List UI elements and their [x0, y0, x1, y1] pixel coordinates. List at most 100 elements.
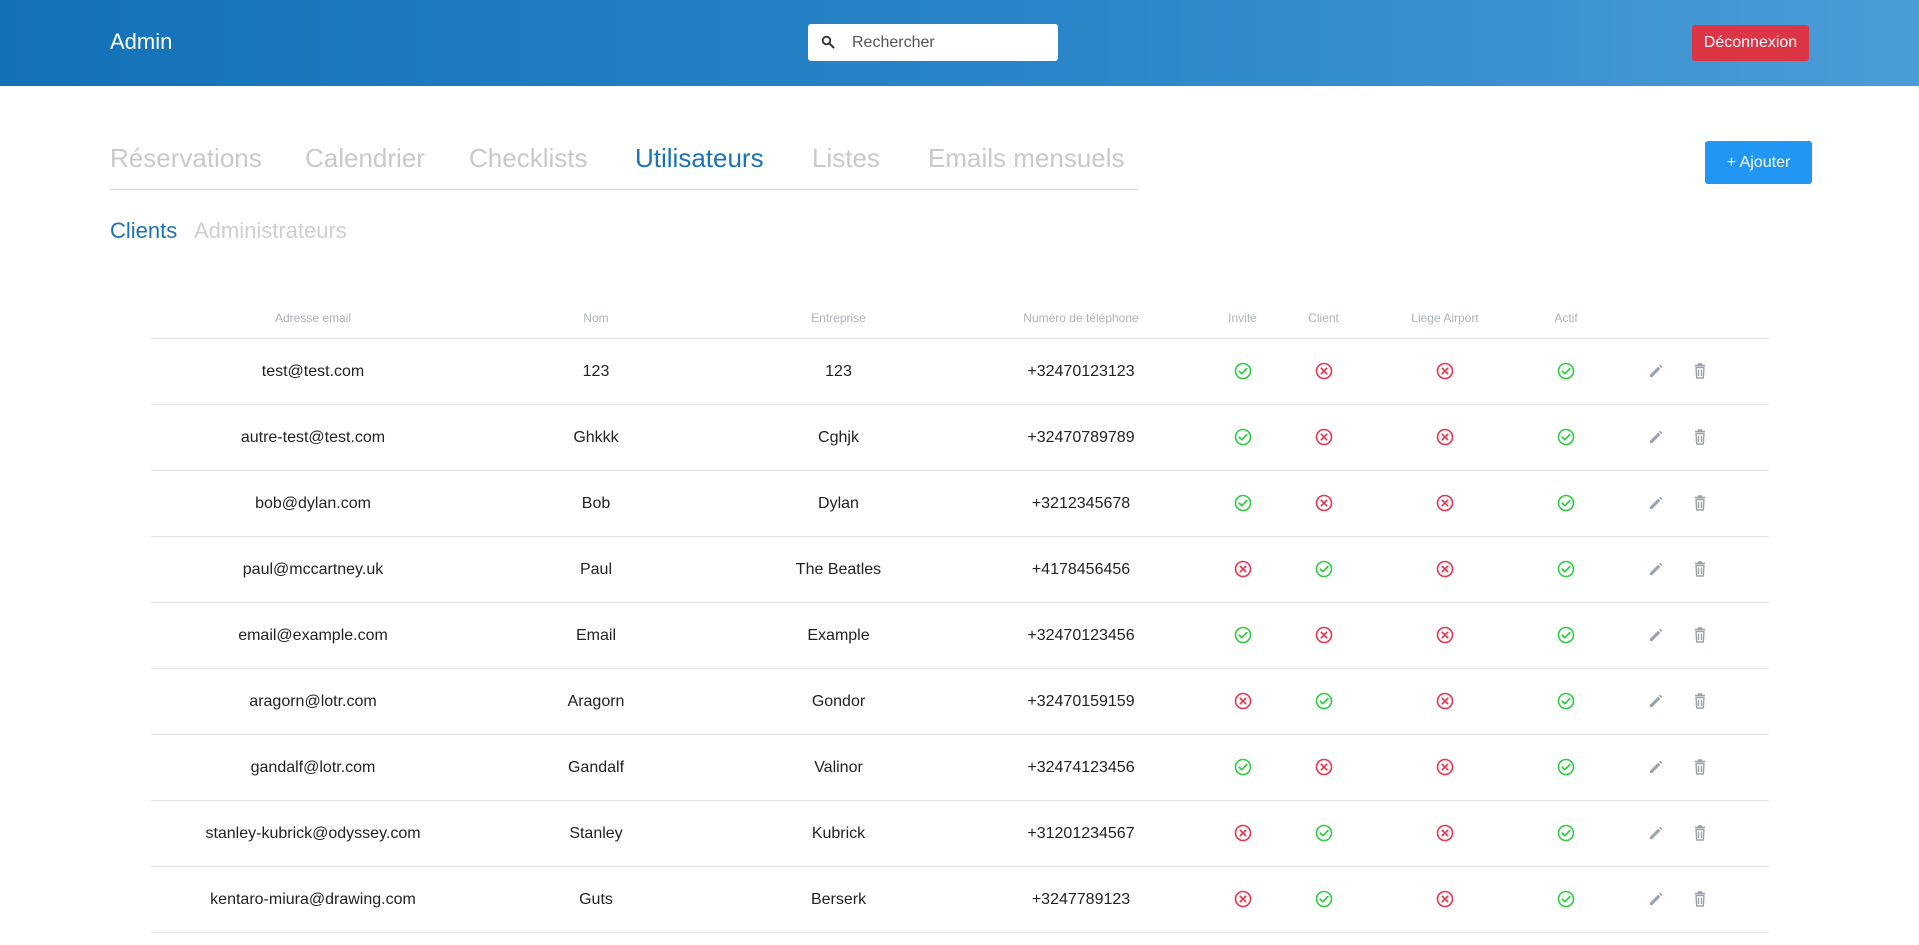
cell-actions — [1606, 536, 1769, 603]
x-circle-icon — [1436, 891, 1454, 908]
cell-entreprise: Kubrick — [717, 800, 960, 867]
x-circle-icon — [1436, 825, 1454, 842]
cell-nom: Stanley — [475, 800, 717, 867]
cell-client — [1283, 470, 1364, 537]
cell-entreprise: Cghjk — [717, 404, 960, 471]
pencil-icon[interactable] — [1647, 758, 1665, 776]
check-circle-icon — [1234, 627, 1251, 644]
x-circle-icon — [1315, 429, 1332, 446]
cell-entreprise: 123 — [717, 338, 960, 405]
pencil-icon[interactable] — [1647, 890, 1665, 908]
cell-telephone: +3212345678 — [960, 470, 1202, 537]
trash-icon[interactable] — [1691, 824, 1709, 842]
cell-client — [1283, 404, 1364, 471]
tab-checklists[interactable]: Checklists — [469, 143, 587, 174]
x-circle-icon — [1315, 627, 1332, 644]
check-circle-icon — [1234, 363, 1251, 380]
subtab-administrateurs[interactable]: Administrateurs — [194, 218, 347, 244]
cell-invite — [1202, 470, 1283, 537]
tab-calendrier[interactable]: Calendrier — [305, 143, 425, 174]
cell-client — [1283, 536, 1364, 603]
check-circle-icon — [1234, 429, 1251, 446]
add-button[interactable]: + Ajouter — [1705, 141, 1812, 184]
x-circle-icon — [1315, 495, 1332, 512]
pencil-icon[interactable] — [1647, 824, 1665, 842]
pencil-icon[interactable] — [1647, 494, 1665, 512]
x-circle-icon — [1436, 495, 1454, 512]
column-header-client[interactable]: Client — [1283, 298, 1364, 339]
cell-telephone: +32474123456 — [960, 734, 1202, 801]
cell-actions — [1606, 404, 1769, 471]
table-row: aragorn@lotr.com Aragorn Gondor +3247015915… — [151, 668, 1769, 735]
x-circle-icon — [1436, 429, 1454, 446]
column-header-invite[interactable]: Invité — [1202, 298, 1283, 339]
pencil-icon[interactable] — [1647, 428, 1665, 446]
column-header-actif[interactable]: Actif — [1526, 298, 1606, 339]
cell-actif — [1526, 734, 1606, 801]
column-header-liege-airport[interactable]: Liege Airport — [1364, 298, 1526, 339]
cell-telephone: +32470123456 — [960, 602, 1202, 669]
search-box[interactable] — [808, 24, 1058, 61]
trash-icon[interactable] — [1691, 494, 1709, 512]
tab-reservations[interactable]: Réservations — [110, 143, 262, 174]
x-circle-icon — [1234, 825, 1251, 842]
pencil-icon[interactable] — [1647, 626, 1665, 644]
cell-telephone: +32470159159 — [960, 668, 1202, 735]
trash-icon[interactable] — [1691, 362, 1709, 380]
logout-button[interactable]: Déconnexion — [1692, 25, 1809, 61]
check-circle-icon — [1557, 627, 1575, 644]
cell-email: email@example.com — [151, 602, 475, 669]
trash-icon[interactable] — [1691, 560, 1709, 578]
cell-invite — [1202, 404, 1283, 471]
trash-icon[interactable] — [1691, 758, 1709, 776]
table-row: stanley-kubrick@odyssey.com Stanley Kubric… — [151, 800, 1769, 867]
check-circle-icon — [1234, 759, 1251, 776]
check-circle-icon — [1557, 561, 1575, 578]
tab-emails-mensuels[interactable]: Emails mensuels — [928, 143, 1125, 174]
subtab-clients[interactable]: Clients — [110, 218, 177, 244]
cell-actions — [1606, 668, 1769, 735]
column-header-email[interactable]: Adresse email — [151, 298, 475, 339]
cell-entreprise: Berserk — [717, 866, 960, 933]
tab-listes[interactable]: Listes — [812, 143, 880, 174]
users-table-body: test@test.com 123 123 +32470123123 autre-tes… — [151, 338, 1769, 933]
cell-email: test@test.com — [151, 338, 475, 405]
pencil-icon[interactable] — [1647, 692, 1665, 710]
app-title: Admin — [110, 29, 173, 54]
trash-icon[interactable] — [1691, 626, 1709, 644]
pencil-icon[interactable] — [1647, 362, 1665, 380]
cell-email: paul@mccartney.uk — [151, 536, 475, 603]
cell-nom: Paul — [475, 536, 717, 603]
trash-icon[interactable] — [1691, 890, 1709, 908]
cell-liege-airport — [1364, 338, 1526, 405]
column-header-telephone[interactable]: Numéro de téléphone — [960, 298, 1202, 339]
x-circle-icon — [1436, 759, 1454, 776]
users-table: Adresse email Nom Entreprise Numéro de t… — [151, 298, 1769, 933]
column-header-entreprise[interactable]: Entreprise — [717, 298, 960, 339]
cell-invite — [1202, 602, 1283, 669]
cell-nom: Aragorn — [475, 668, 717, 735]
trash-icon[interactable] — [1691, 692, 1709, 710]
table-row: bob@dylan.com Bob Dylan +3212345678 — [151, 470, 1769, 537]
search-input[interactable] — [852, 24, 1048, 61]
cell-client — [1283, 734, 1364, 801]
column-header-nom[interactable]: Nom — [475, 298, 717, 339]
cell-client — [1283, 866, 1364, 933]
cell-telephone: +31201234567 — [960, 800, 1202, 867]
cell-liege-airport — [1364, 668, 1526, 735]
check-circle-icon — [1315, 891, 1332, 908]
cell-invite — [1202, 536, 1283, 603]
search-icon — [821, 35, 835, 49]
cell-invite — [1202, 866, 1283, 933]
cell-email: gandalf@lotr.com — [151, 734, 475, 801]
x-circle-icon — [1315, 363, 1332, 380]
check-circle-icon — [1557, 825, 1575, 842]
main-tabs: Réservations Calendrier Checklists Utili… — [110, 143, 1138, 190]
cell-email: kentaro-miura@drawing.com — [151, 866, 475, 933]
trash-icon[interactable] — [1691, 428, 1709, 446]
cell-actif — [1526, 338, 1606, 405]
tab-utilisateurs[interactable]: Utilisateurs — [635, 143, 764, 174]
pencil-icon[interactable] — [1647, 560, 1665, 578]
x-circle-icon — [1436, 561, 1454, 578]
x-circle-icon — [1315, 759, 1332, 776]
